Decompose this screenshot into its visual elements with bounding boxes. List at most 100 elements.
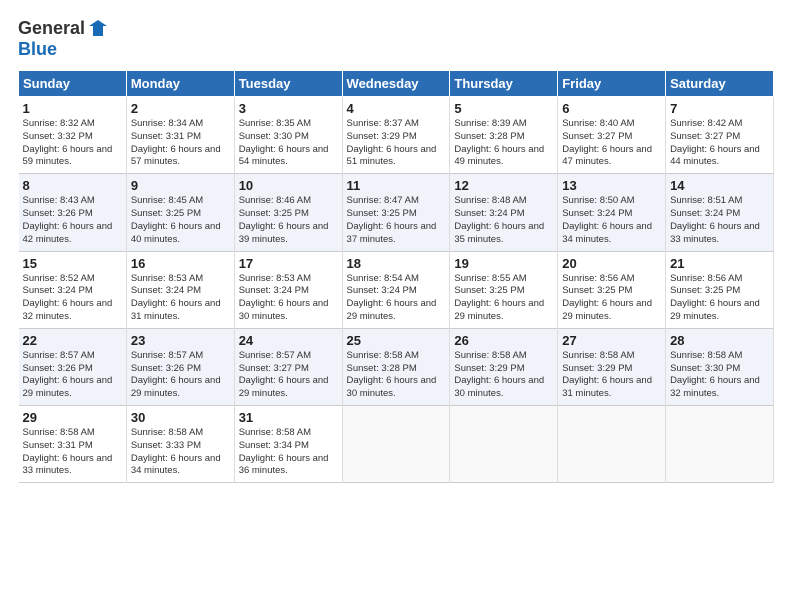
calendar-cell: 17 Sunrise: 8:53 AM Sunset: 3:24 PM Dayl… [234, 251, 342, 328]
day-info: Sunrise: 8:45 AM Sunset: 3:25 PM Dayligh… [131, 195, 230, 246]
day-number: 28 [670, 333, 769, 348]
day-number: 22 [23, 333, 122, 348]
day-number: 14 [670, 178, 769, 193]
calendar-cell [342, 406, 450, 483]
day-info: Sunrise: 8:50 AM Sunset: 3:24 PM Dayligh… [562, 195, 661, 246]
logo-flag-icon [87, 18, 109, 40]
day-number: 13 [562, 178, 661, 193]
day-info: Sunrise: 8:32 AM Sunset: 3:32 PM Dayligh… [23, 118, 122, 169]
calendar-cell: 12 Sunrise: 8:48 AM Sunset: 3:24 PM Dayl… [450, 174, 558, 251]
calendar-cell: 15 Sunrise: 8:52 AM Sunset: 3:24 PM Dayl… [19, 251, 127, 328]
calendar-cell: 3 Sunrise: 8:35 AM Sunset: 3:30 PM Dayli… [234, 97, 342, 174]
calendar-cell: 13 Sunrise: 8:50 AM Sunset: 3:24 PM Dayl… [558, 174, 666, 251]
logo-blue: Blue [18, 39, 57, 59]
day-info: Sunrise: 8:47 AM Sunset: 3:25 PM Dayligh… [347, 195, 446, 246]
day-number: 23 [131, 333, 230, 348]
calendar-cell: 2 Sunrise: 8:34 AM Sunset: 3:31 PM Dayli… [126, 97, 234, 174]
day-info: Sunrise: 8:55 AM Sunset: 3:25 PM Dayligh… [454, 273, 553, 324]
day-number: 11 [347, 178, 446, 193]
day-info: Sunrise: 8:43 AM Sunset: 3:26 PM Dayligh… [23, 195, 122, 246]
day-info: Sunrise: 8:40 AM Sunset: 3:27 PM Dayligh… [562, 118, 661, 169]
day-info: Sunrise: 8:53 AM Sunset: 3:24 PM Dayligh… [131, 273, 230, 324]
day-info: Sunrise: 8:58 AM Sunset: 3:34 PM Dayligh… [239, 427, 338, 478]
calendar-cell: 29 Sunrise: 8:58 AM Sunset: 3:31 PM Dayl… [19, 406, 127, 483]
calendar-cell [450, 406, 558, 483]
calendar-cell: 7 Sunrise: 8:42 AM Sunset: 3:27 PM Dayli… [666, 97, 774, 174]
calendar-cell: 27 Sunrise: 8:58 AM Sunset: 3:29 PM Dayl… [558, 328, 666, 405]
header: General Blue [18, 18, 774, 60]
calendar-cell: 1 Sunrise: 8:32 AM Sunset: 3:32 PM Dayli… [19, 97, 127, 174]
calendar-cell: 22 Sunrise: 8:57 AM Sunset: 3:26 PM Dayl… [19, 328, 127, 405]
col-saturday: Saturday [666, 71, 774, 97]
calendar-cell: 26 Sunrise: 8:58 AM Sunset: 3:29 PM Dayl… [450, 328, 558, 405]
day-number: 26 [454, 333, 553, 348]
calendar-cell: 20 Sunrise: 8:56 AM Sunset: 3:25 PM Dayl… [558, 251, 666, 328]
day-number: 9 [131, 178, 230, 193]
day-number: 6 [562, 101, 661, 116]
day-number: 21 [670, 256, 769, 271]
day-info: Sunrise: 8:58 AM Sunset: 3:29 PM Dayligh… [562, 350, 661, 401]
calendar-week-2: 8 Sunrise: 8:43 AM Sunset: 3:26 PM Dayli… [19, 174, 774, 251]
calendar-cell [558, 406, 666, 483]
day-info: Sunrise: 8:42 AM Sunset: 3:27 PM Dayligh… [670, 118, 769, 169]
day-info: Sunrise: 8:52 AM Sunset: 3:24 PM Dayligh… [23, 273, 122, 324]
calendar-cell: 19 Sunrise: 8:55 AM Sunset: 3:25 PM Dayl… [450, 251, 558, 328]
day-number: 27 [562, 333, 661, 348]
day-number: 4 [347, 101, 446, 116]
logo: General Blue [18, 18, 109, 60]
day-number: 3 [239, 101, 338, 116]
calendar-cell: 8 Sunrise: 8:43 AM Sunset: 3:26 PM Dayli… [19, 174, 127, 251]
day-info: Sunrise: 8:58 AM Sunset: 3:29 PM Dayligh… [454, 350, 553, 401]
col-wednesday: Wednesday [342, 71, 450, 97]
calendar-cell: 24 Sunrise: 8:57 AM Sunset: 3:27 PM Dayl… [234, 328, 342, 405]
col-thursday: Thursday [450, 71, 558, 97]
day-info: Sunrise: 8:48 AM Sunset: 3:24 PM Dayligh… [454, 195, 553, 246]
logo-text: General [18, 19, 85, 39]
day-number: 17 [239, 256, 338, 271]
day-info: Sunrise: 8:58 AM Sunset: 3:31 PM Dayligh… [23, 427, 122, 478]
day-number: 24 [239, 333, 338, 348]
col-tuesday: Tuesday [234, 71, 342, 97]
day-info: Sunrise: 8:57 AM Sunset: 3:27 PM Dayligh… [239, 350, 338, 401]
day-info: Sunrise: 8:35 AM Sunset: 3:30 PM Dayligh… [239, 118, 338, 169]
calendar-cell: 30 Sunrise: 8:58 AM Sunset: 3:33 PM Dayl… [126, 406, 234, 483]
day-info: Sunrise: 8:56 AM Sunset: 3:25 PM Dayligh… [670, 273, 769, 324]
day-info: Sunrise: 8:56 AM Sunset: 3:25 PM Dayligh… [562, 273, 661, 324]
day-number: 30 [131, 410, 230, 425]
day-info: Sunrise: 8:53 AM Sunset: 3:24 PM Dayligh… [239, 273, 338, 324]
calendar-week-4: 22 Sunrise: 8:57 AM Sunset: 3:26 PM Dayl… [19, 328, 774, 405]
day-info: Sunrise: 8:39 AM Sunset: 3:28 PM Dayligh… [454, 118, 553, 169]
calendar-cell: 5 Sunrise: 8:39 AM Sunset: 3:28 PM Dayli… [450, 97, 558, 174]
day-number: 2 [131, 101, 230, 116]
day-info: Sunrise: 8:37 AM Sunset: 3:29 PM Dayligh… [347, 118, 446, 169]
calendar-cell: 4 Sunrise: 8:37 AM Sunset: 3:29 PM Dayli… [342, 97, 450, 174]
day-info: Sunrise: 8:34 AM Sunset: 3:31 PM Dayligh… [131, 118, 230, 169]
day-number: 18 [347, 256, 446, 271]
day-number: 31 [239, 410, 338, 425]
calendar-cell: 9 Sunrise: 8:45 AM Sunset: 3:25 PM Dayli… [126, 174, 234, 251]
calendar-cell: 6 Sunrise: 8:40 AM Sunset: 3:27 PM Dayli… [558, 97, 666, 174]
calendar-cell: 10 Sunrise: 8:46 AM Sunset: 3:25 PM Dayl… [234, 174, 342, 251]
calendar-cell: 14 Sunrise: 8:51 AM Sunset: 3:24 PM Dayl… [666, 174, 774, 251]
calendar-cell: 16 Sunrise: 8:53 AM Sunset: 3:24 PM Dayl… [126, 251, 234, 328]
calendar-week-3: 15 Sunrise: 8:52 AM Sunset: 3:24 PM Dayl… [19, 251, 774, 328]
calendar-table: Sunday Monday Tuesday Wednesday Thursday… [18, 70, 774, 483]
day-info: Sunrise: 8:58 AM Sunset: 3:28 PM Dayligh… [347, 350, 446, 401]
day-info: Sunrise: 8:54 AM Sunset: 3:24 PM Dayligh… [347, 273, 446, 324]
calendar-week-5: 29 Sunrise: 8:58 AM Sunset: 3:31 PM Dayl… [19, 406, 774, 483]
col-monday: Monday [126, 71, 234, 97]
logo-general: General [18, 18, 85, 38]
day-info: Sunrise: 8:57 AM Sunset: 3:26 PM Dayligh… [23, 350, 122, 401]
day-info: Sunrise: 8:58 AM Sunset: 3:30 PM Dayligh… [670, 350, 769, 401]
day-info: Sunrise: 8:51 AM Sunset: 3:24 PM Dayligh… [670, 195, 769, 246]
col-friday: Friday [558, 71, 666, 97]
calendar-header-row: Sunday Monday Tuesday Wednesday Thursday… [19, 71, 774, 97]
page: General Blue Sunday Monday Tuesday Wedne… [0, 0, 792, 612]
calendar-cell: 23 Sunrise: 8:57 AM Sunset: 3:26 PM Dayl… [126, 328, 234, 405]
day-number: 5 [454, 101, 553, 116]
day-info: Sunrise: 8:57 AM Sunset: 3:26 PM Dayligh… [131, 350, 230, 401]
day-number: 1 [23, 101, 122, 116]
col-sunday: Sunday [19, 71, 127, 97]
day-number: 12 [454, 178, 553, 193]
calendar-cell [666, 406, 774, 483]
